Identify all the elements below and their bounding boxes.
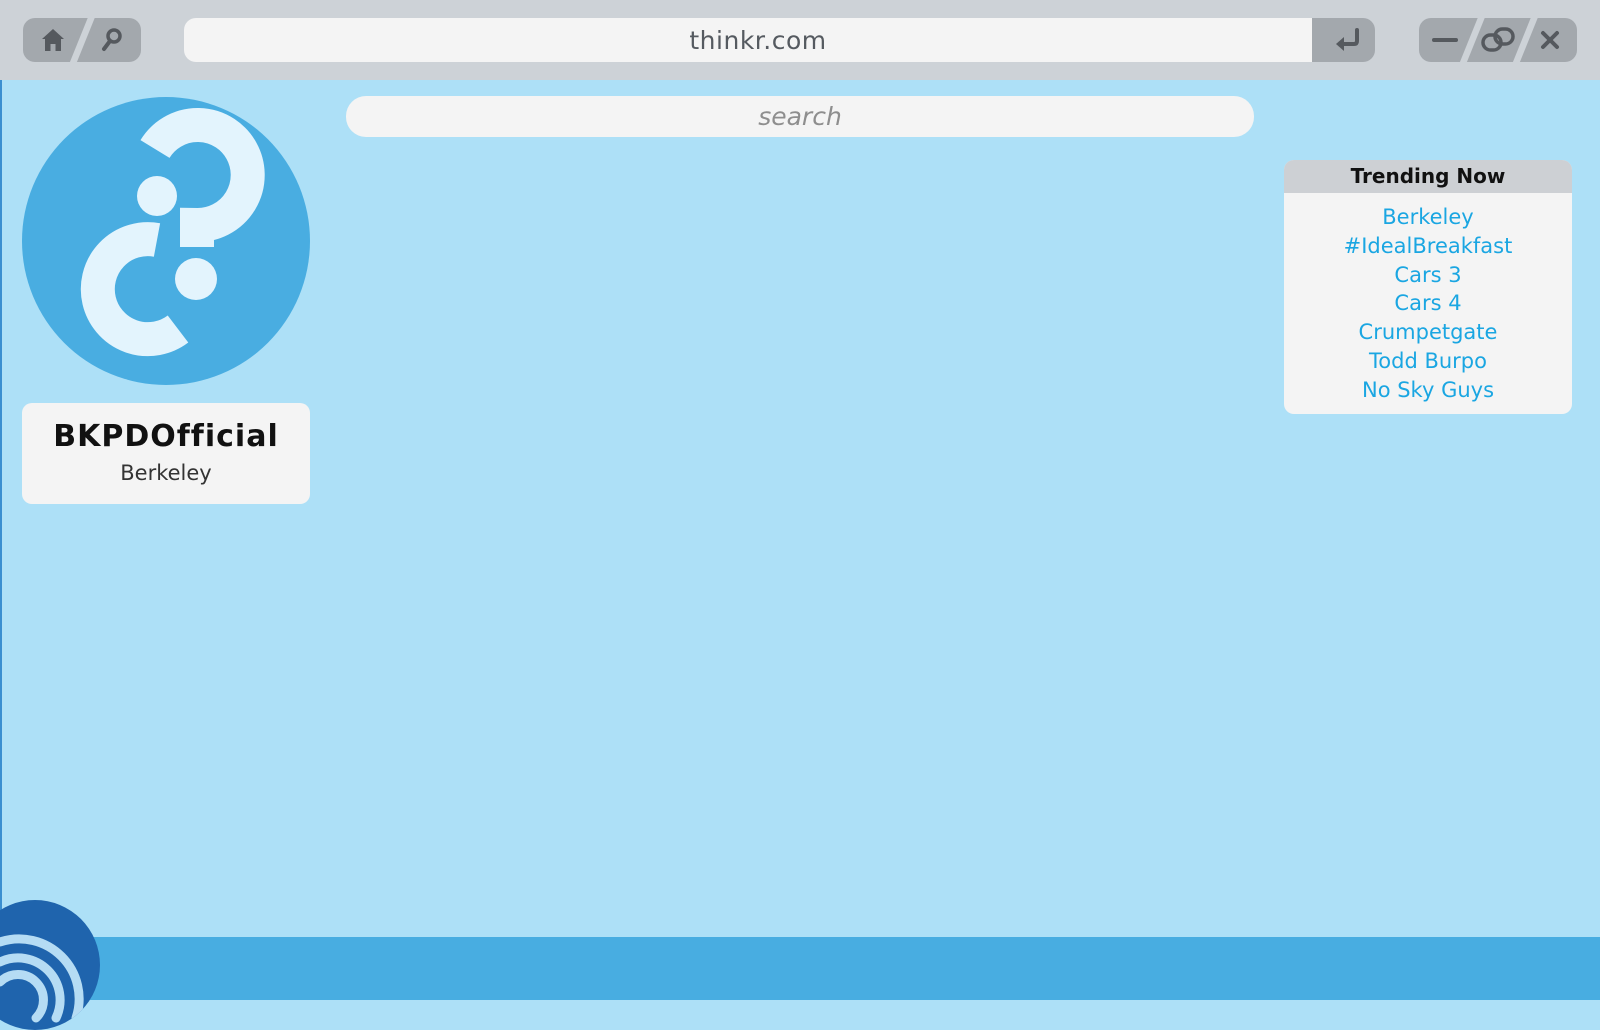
feed-button[interactable] (0, 900, 100, 1030)
question-mark-logo-icon (80, 108, 265, 357)
avatar (22, 97, 310, 385)
search-input[interactable] (346, 96, 1254, 137)
page-left-border (0, 80, 2, 940)
profile-name[interactable]: BKPDOfficial (22, 419, 310, 454)
trending-list: Berkeley #IdealBreakfast Cars 3 Cars 4 C… (1284, 193, 1572, 405)
magnifier-icon (101, 28, 122, 51)
search-button[interactable] (82, 18, 141, 62)
enter-arrow-icon (1336, 28, 1359, 51)
window-controls (1419, 18, 1577, 62)
trending-item[interactable]: Berkeley (1284, 203, 1572, 232)
profile-card: BKPDOfficial Berkeley (22, 403, 310, 504)
browser-toolbar: thinkr.com (0, 0, 1600, 80)
minimize-icon (1432, 38, 1459, 42)
home-icon (41, 29, 64, 51)
url-text: thinkr.com (689, 25, 827, 55)
close-button[interactable] (1524, 18, 1577, 62)
link-icon (1481, 27, 1515, 52)
trending-item[interactable]: Crumpetgate (1284, 318, 1572, 347)
trending-panel: Trending Now Berkeley #IdealBreakfast Ca… (1284, 160, 1572, 414)
trending-item[interactable]: Cars 4 (1284, 289, 1572, 318)
bottom-bar (0, 937, 1600, 1000)
trending-item[interactable]: Todd Burpo (1284, 347, 1572, 376)
url-bar[interactable]: thinkr.com (184, 18, 1332, 62)
trending-item[interactable]: Cars 3 (1284, 261, 1572, 290)
feed-icon (0, 934, 84, 1023)
nav-button-group (23, 18, 141, 62)
trending-item[interactable]: #IdealBreakfast (1284, 232, 1572, 261)
trending-item[interactable]: No Sky Guys (1284, 376, 1572, 405)
close-icon (1541, 31, 1560, 49)
profile-location: Berkeley (120, 461, 212, 485)
go-button[interactable] (1312, 18, 1375, 62)
trending-title: Trending Now (1284, 160, 1572, 193)
